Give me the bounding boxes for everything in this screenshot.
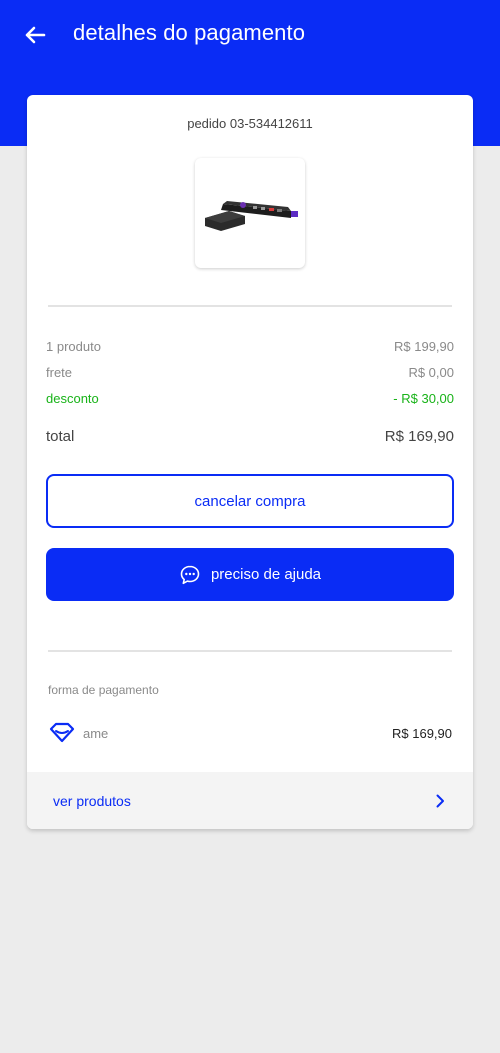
payment-amount: R$ 169,90 (392, 725, 452, 741)
products-label: 1 produto (46, 339, 101, 354)
view-products-label: ver produtos (53, 792, 131, 809)
payment-method-row: ame R$ 169,90 (49, 721, 452, 745)
ame-heart-icon (49, 722, 75, 743)
products-row: 1 produto R$ 199,90 (46, 339, 454, 354)
discount-label: desconto (46, 391, 99, 406)
section-divider (48, 305, 452, 307)
total-label: total (46, 428, 75, 445)
products-value: R$ 199,90 (394, 339, 454, 354)
discount-value: - R$ 30,00 (393, 391, 454, 406)
shipping-value: R$ 0,00 (408, 365, 454, 380)
discount-row: desconto - R$ 30,00 (46, 391, 454, 406)
shipping-row: frete R$ 0,00 (46, 365, 454, 380)
order-id: pedido 03-534412611 (187, 116, 313, 131)
chat-bubble-icon (180, 565, 200, 584)
view-products-link[interactable]: ver produtos (27, 772, 473, 829)
cancel-purchase-button[interactable]: cancelar compra (46, 474, 454, 528)
need-help-label: preciso de ajuda (210, 566, 322, 583)
product-thumbnail[interactable] (195, 158, 305, 268)
need-help-button[interactable]: preciso de ajuda (46, 548, 454, 601)
total-value: R$ 169,90 (384, 428, 454, 445)
shipping-label: frete (46, 365, 73, 380)
payment-method-heading: forma de pagamento (48, 683, 159, 697)
cancel-purchase-label: cancelar compra (194, 492, 306, 510)
product-image (205, 201, 298, 231)
payment-method-label: ame (83, 725, 109, 741)
section-divider (48, 650, 452, 652)
page-title: detalhes do pagamento (73, 20, 306, 45)
payment-details-card: pedido 03-534412611 1 produto R$ 199,90 … (27, 95, 473, 829)
arrow-left-icon[interactable] (20, 20, 50, 50)
total-row: total R$ 169,90 (46, 428, 454, 445)
chevron-right-icon (436, 794, 444, 807)
